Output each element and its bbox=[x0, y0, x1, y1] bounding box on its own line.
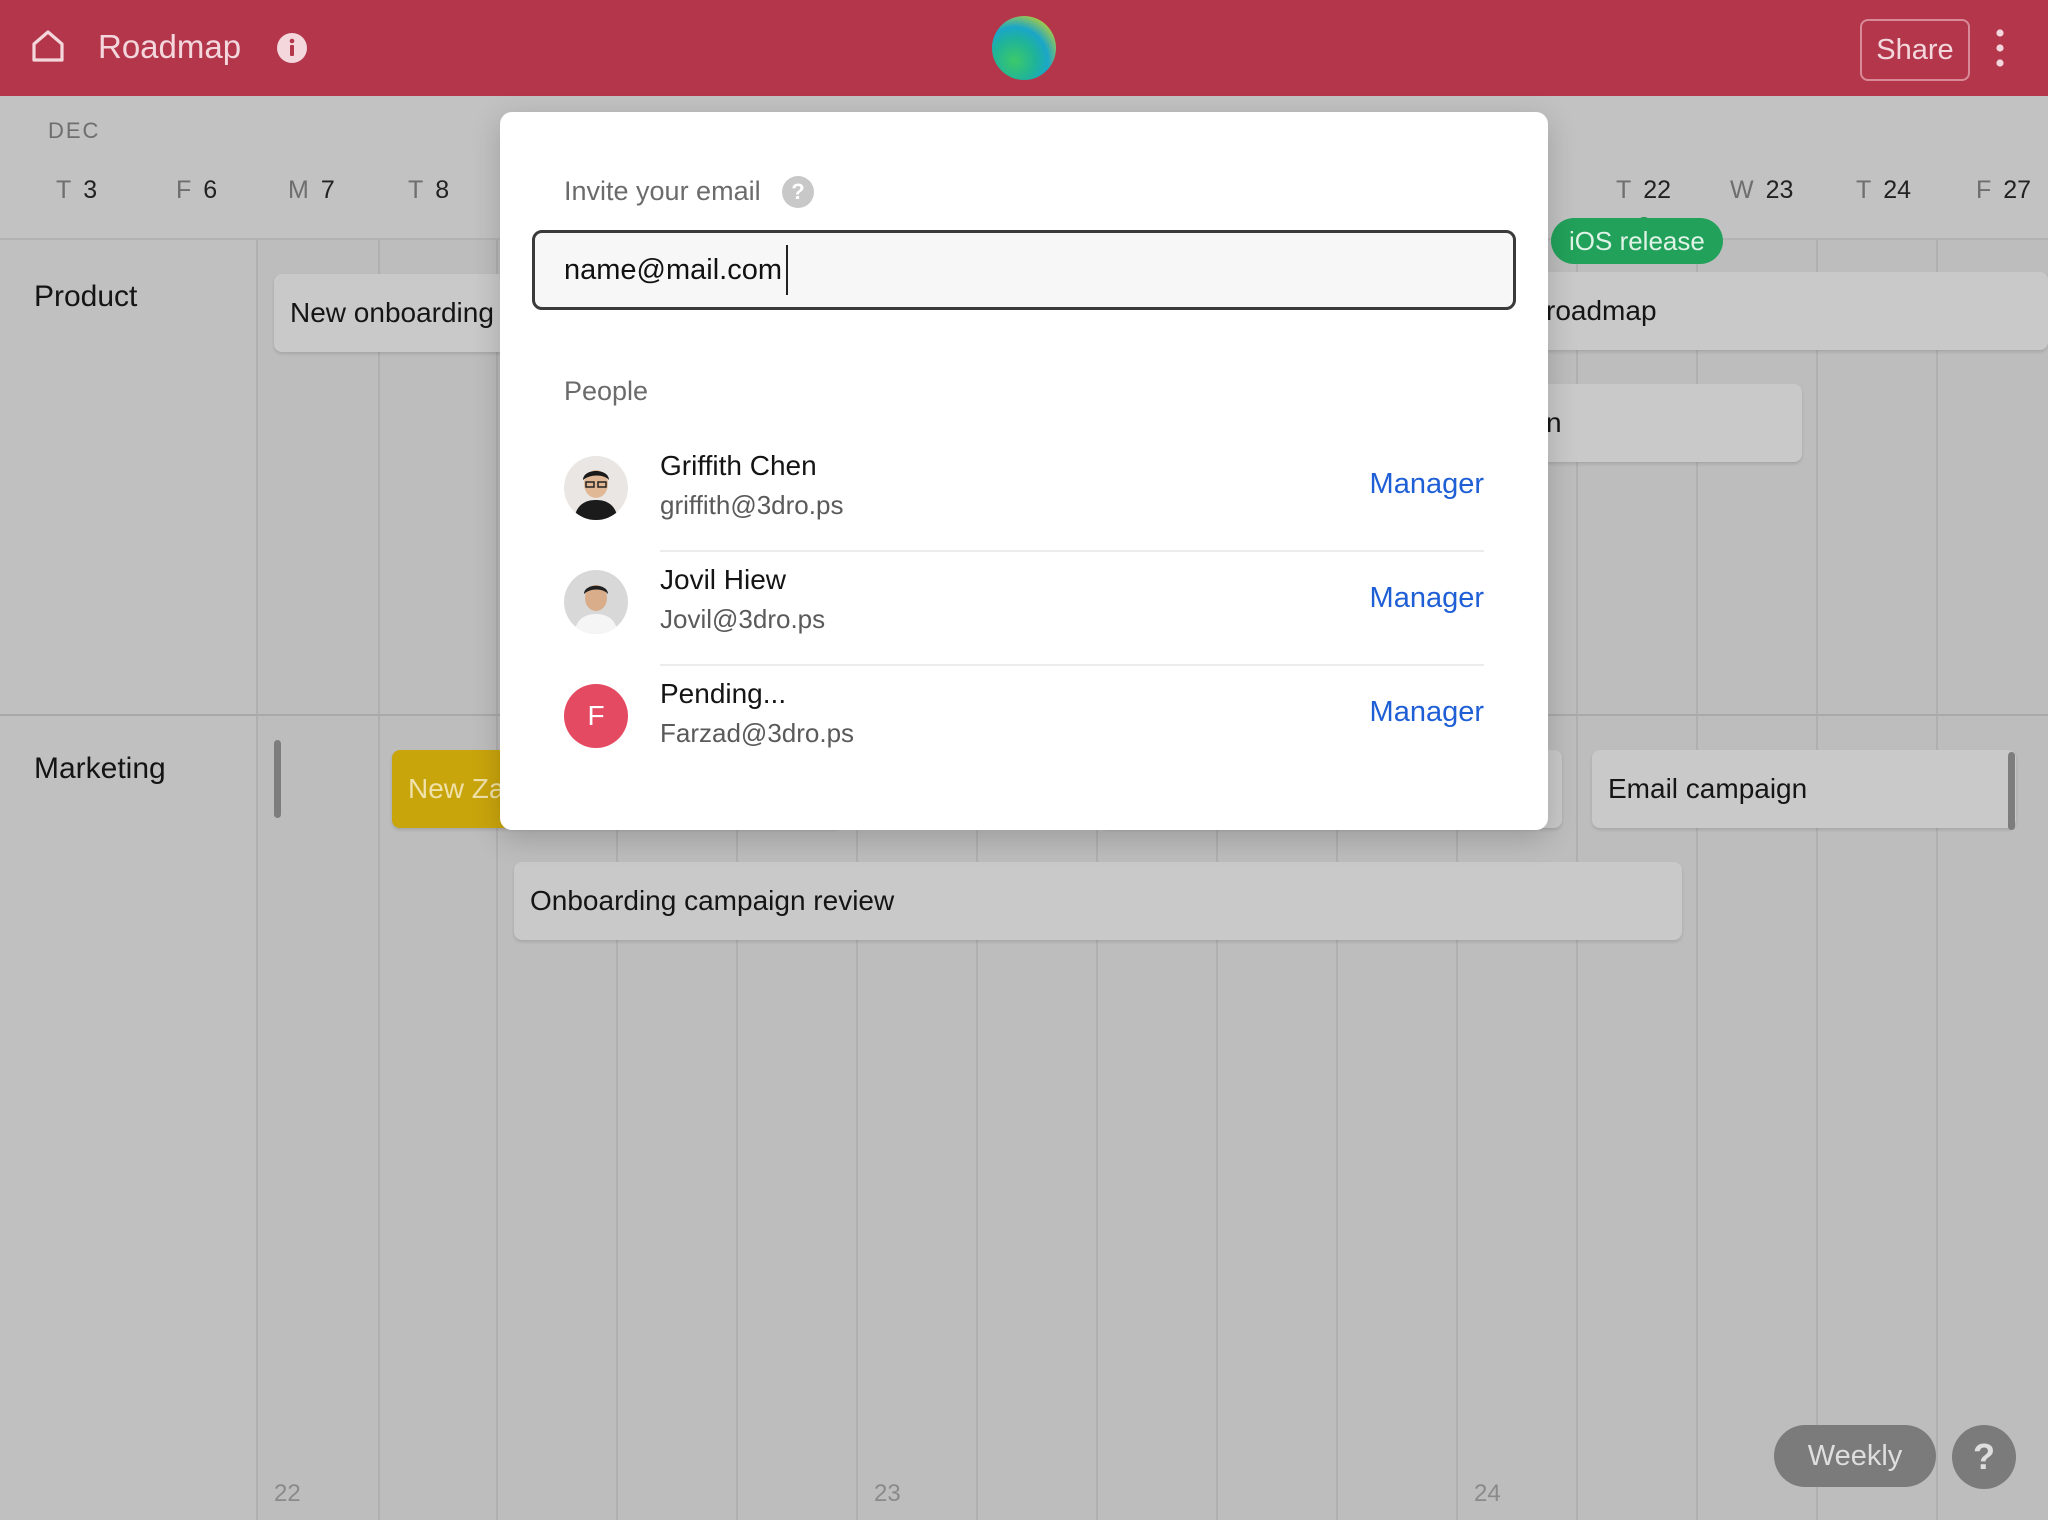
grid-line bbox=[496, 240, 498, 1520]
month-label: DEC bbox=[48, 118, 101, 143]
group-label-marketing: Marketing bbox=[34, 752, 166, 785]
grid-line bbox=[1936, 240, 1938, 1520]
role-dropdown[interactable]: Manager bbox=[1370, 468, 1484, 501]
day-letter: T bbox=[408, 176, 424, 204]
group-label-column bbox=[0, 240, 258, 1520]
page-title: Roadmap bbox=[98, 28, 242, 65]
day-header[interactable]: F 27 bbox=[1976, 176, 2031, 205]
invite-dialog: Invite your email ? People Griffith Chen… bbox=[500, 112, 1548, 830]
avatar bbox=[564, 456, 628, 520]
avatar: F bbox=[564, 684, 628, 748]
task-card[interactable]: New onboarding bbox=[274, 274, 534, 352]
person-name: Pending... bbox=[660, 678, 787, 709]
day-header[interactable]: T 24 bbox=[1856, 176, 1911, 205]
day-letter: F bbox=[1976, 176, 1992, 204]
drag-handle[interactable] bbox=[274, 740, 281, 818]
people-section-label: People bbox=[564, 376, 649, 406]
day-number: 8 bbox=[435, 176, 450, 204]
grid-line bbox=[378, 240, 380, 1520]
task-card[interactable]: roadmap bbox=[1530, 272, 2048, 350]
home-icon[interactable] bbox=[30, 28, 66, 64]
person-row: Griffith Chen griffith@3dro.ps Manager bbox=[564, 438, 1484, 552]
day-header[interactable]: W 23 bbox=[1730, 176, 1793, 205]
person-avatar-icon bbox=[564, 456, 628, 520]
day-header[interactable]: T3 bbox=[56, 176, 97, 205]
role-dropdown[interactable]: Manager bbox=[1370, 582, 1484, 615]
task-card[interactable]: Email campaign bbox=[1592, 750, 2016, 828]
day-header[interactable]: M7 bbox=[288, 176, 335, 205]
day-header[interactable]: T 22 bbox=[1616, 176, 1671, 205]
top-app-bar: Roadmap Share bbox=[0, 0, 2048, 96]
day-header[interactable]: T8 bbox=[408, 176, 449, 205]
drag-handle[interactable] bbox=[2008, 752, 2015, 830]
share-button[interactable]: Share bbox=[1860, 19, 1970, 81]
help-button[interactable]: ? bbox=[1952, 1425, 2016, 1489]
person-email: Jovil@3dro.ps bbox=[660, 604, 826, 634]
milestone-badge[interactable]: iOS release bbox=[1551, 218, 1723, 264]
person-row: Jovil Hiew Jovil@3dro.ps Manager bbox=[564, 552, 1484, 666]
day-number: 27 bbox=[2003, 176, 2032, 204]
grid-line bbox=[1816, 240, 1818, 1520]
avatar bbox=[564, 570, 628, 634]
invite-label: Invite your email bbox=[564, 176, 761, 206]
more-vertical-icon[interactable] bbox=[1994, 28, 2006, 68]
day-letter: T bbox=[56, 176, 72, 204]
day-header[interactable]: F6 bbox=[176, 176, 217, 205]
email-input[interactable] bbox=[532, 230, 1516, 310]
day-number: 7 bbox=[320, 176, 335, 204]
person-avatar-icon bbox=[564, 570, 628, 634]
group-label-product: Product bbox=[34, 280, 138, 313]
week-number: 24 bbox=[1474, 1480, 1501, 1507]
workspace-avatar[interactable] bbox=[992, 16, 1056, 80]
role-dropdown[interactable]: Manager bbox=[1370, 696, 1484, 729]
weekly-view-button[interactable]: Weekly bbox=[1774, 1425, 1936, 1487]
day-number: 6 bbox=[203, 176, 218, 204]
day-letter: W bbox=[1730, 176, 1754, 204]
info-icon[interactable] bbox=[276, 32, 308, 64]
day-letter: M bbox=[288, 176, 309, 204]
week-number: 23 bbox=[874, 1480, 901, 1507]
week-number: 22 bbox=[274, 1480, 301, 1507]
person-email: griffith@3dro.ps bbox=[660, 490, 844, 520]
task-card[interactable]: n bbox=[1530, 384, 1802, 462]
person-name: Griffith Chen bbox=[660, 450, 817, 481]
person-row: F Pending... Farzad@3dro.ps Manager bbox=[564, 666, 1484, 780]
day-letter: F bbox=[176, 176, 192, 204]
person-name: Jovil Hiew bbox=[660, 564, 787, 595]
day-number: 24 bbox=[1883, 176, 1912, 204]
day-number: 23 bbox=[1765, 176, 1794, 204]
day-number: 22 bbox=[1643, 176, 1672, 204]
text-caret bbox=[786, 245, 788, 295]
day-letter: T bbox=[1856, 176, 1872, 204]
day-number: 3 bbox=[83, 176, 98, 204]
task-card[interactable]: Onboarding campaign review bbox=[514, 862, 1682, 940]
help-icon[interactable]: ? bbox=[782, 176, 814, 208]
person-email: Farzad@3dro.ps bbox=[660, 718, 855, 748]
day-letter: T bbox=[1616, 176, 1632, 204]
